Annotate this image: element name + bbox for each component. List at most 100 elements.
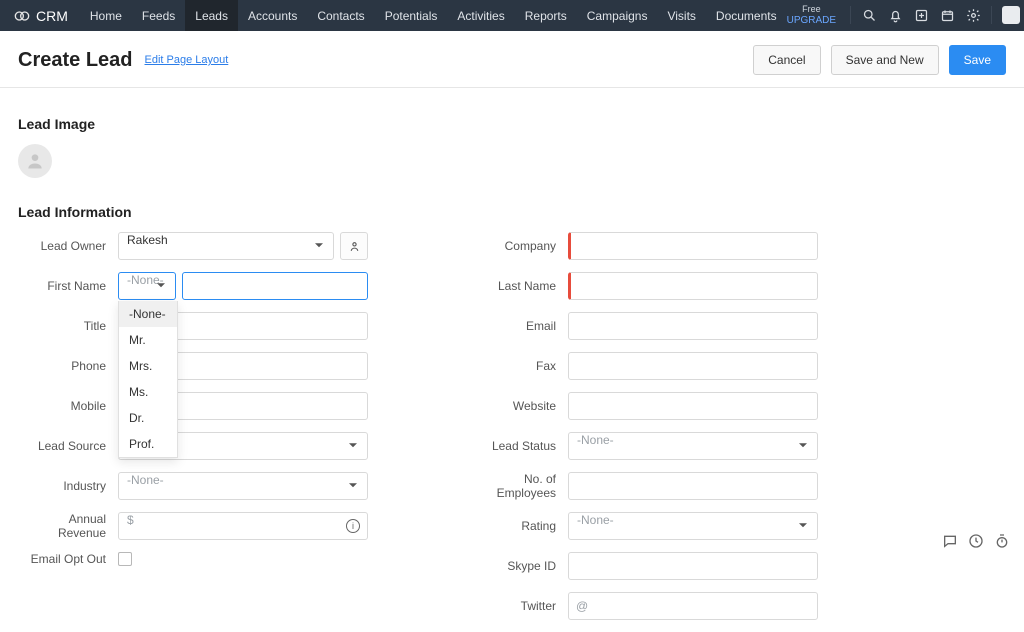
label-lead-source: Lead Source xyxy=(18,439,118,453)
email-opt-out-checkbox[interactable] xyxy=(118,552,132,566)
row-company: Company xyxy=(468,232,818,260)
row-lead-source: Lead Source -None- xyxy=(18,432,368,460)
lead-owner-lookup-button[interactable] xyxy=(340,232,368,260)
search-icon[interactable] xyxy=(861,7,877,23)
brand-text: CRM xyxy=(36,8,68,24)
nav-item-visits[interactable]: Visits xyxy=(657,0,705,31)
row-rating: Rating -None- xyxy=(468,512,818,540)
twitter-input[interactable] xyxy=(568,592,818,620)
label-lead-owner: Lead Owner xyxy=(18,239,118,253)
topbar-right: Free UPGRADE xyxy=(787,5,1024,26)
form-grid: Lead Owner Rakesh First Name -None- xyxy=(18,232,1006,632)
email-input[interactable] xyxy=(568,312,818,340)
row-email: Email xyxy=(468,312,818,340)
label-rating: Rating xyxy=(468,519,568,533)
label-mobile: Mobile xyxy=(18,399,118,413)
row-email-opt-out: Email Opt Out xyxy=(18,552,368,566)
cancel-button[interactable]: Cancel xyxy=(753,45,820,75)
rating-select[interactable]: -None- xyxy=(568,512,818,540)
row-fax: Fax xyxy=(468,352,818,380)
nav-item-reports[interactable]: Reports xyxy=(515,0,577,31)
user-avatar[interactable] xyxy=(1002,6,1020,24)
page-actions: Cancel Save and New Save xyxy=(753,45,1006,75)
salutation-option-dr[interactable]: Dr. xyxy=(119,405,177,431)
fax-input[interactable] xyxy=(568,352,818,380)
label-fax: Fax xyxy=(468,359,568,373)
label-phone: Phone xyxy=(18,359,118,373)
nav-item-potentials[interactable]: Potentials xyxy=(375,0,448,31)
save-button[interactable]: Save xyxy=(949,45,1006,75)
no-employees-input[interactable] xyxy=(568,472,818,500)
row-last-name: Last Name xyxy=(468,272,818,300)
label-skype-id: Skype ID xyxy=(468,559,568,573)
footer-shortcut-bar xyxy=(942,533,1010,549)
edit-page-layout-link[interactable]: Edit Page Layout xyxy=(145,54,229,66)
row-skype-id: Skype ID xyxy=(468,552,818,580)
industry-select[interactable]: -None- xyxy=(118,472,368,500)
upgrade-button[interactable]: Free UPGRADE xyxy=(787,5,836,26)
label-industry: Industry xyxy=(18,479,118,493)
nav-item-accounts[interactable]: Accounts xyxy=(238,0,307,31)
nav-item-home[interactable]: Home xyxy=(80,0,132,31)
annual-revenue-input[interactable]: $ xyxy=(118,512,368,540)
salutation-option-none[interactable]: -None- xyxy=(119,301,177,327)
company-input[interactable] xyxy=(568,232,818,260)
label-title: Title xyxy=(18,319,118,333)
website-input[interactable] xyxy=(568,392,818,420)
label-company: Company xyxy=(468,239,568,253)
topbar: CRM Home Feeds Leads Accounts Contacts P… xyxy=(0,0,1024,31)
history-icon[interactable] xyxy=(968,533,984,549)
annual-revenue-info-icon[interactable]: i xyxy=(346,519,360,533)
bell-icon[interactable] xyxy=(887,7,903,23)
label-no-employees: No. of Employees xyxy=(468,472,568,500)
person-icon xyxy=(25,151,45,171)
label-email-opt-out: Email Opt Out xyxy=(18,552,118,566)
salutation-select[interactable]: -None- xyxy=(118,272,176,300)
row-no-employees: No. of Employees xyxy=(468,472,818,500)
nav-item-campaigns[interactable]: Campaigns xyxy=(577,0,658,31)
label-website: Website xyxy=(468,399,568,413)
last-name-input[interactable] xyxy=(568,272,818,300)
nav-item-contacts[interactable]: Contacts xyxy=(307,0,374,31)
stopwatch-icon[interactable] xyxy=(994,533,1010,549)
skype-id-input[interactable] xyxy=(568,552,818,580)
nav-item-documents[interactable]: Documents xyxy=(706,0,787,31)
lead-owner-select[interactable]: Rakesh xyxy=(118,232,334,260)
lead-status-select[interactable]: -None- xyxy=(568,432,818,460)
row-industry: Industry -None- xyxy=(18,472,368,500)
row-title: Title xyxy=(18,312,368,340)
row-phone: Phone xyxy=(18,352,368,380)
save-and-new-button[interactable]: Save and New xyxy=(831,45,939,75)
salutation-option-ms[interactable]: Ms. xyxy=(119,379,177,405)
row-lead-owner: Lead Owner Rakesh xyxy=(18,232,368,260)
plus-box-icon[interactable] xyxy=(913,7,929,23)
calendar-icon[interactable] xyxy=(939,7,955,23)
person-icon xyxy=(348,240,361,253)
row-lead-status: Lead Status -None- xyxy=(468,432,818,460)
nav-item-feeds[interactable]: Feeds xyxy=(132,0,185,31)
form-column-right: Company Last Name Email Fax Website Lead xyxy=(468,232,818,632)
salutation-option-mr[interactable]: Mr. xyxy=(119,327,177,353)
lead-image-upload[interactable] xyxy=(18,144,52,178)
brand[interactable]: CRM xyxy=(14,8,68,24)
separator xyxy=(850,6,851,24)
label-lead-status: Lead Status xyxy=(468,439,568,453)
first-name-input[interactable] xyxy=(182,272,368,300)
nav-item-activities[interactable]: Activities xyxy=(447,0,514,31)
upgrade-line1: Free xyxy=(787,5,836,15)
label-last-name: Last Name xyxy=(468,279,568,293)
label-first-name: First Name xyxy=(18,279,118,293)
row-annual-revenue: Annual Revenue $ i xyxy=(18,512,368,540)
nav-item-leads[interactable]: Leads xyxy=(185,0,238,31)
form-column-left: Lead Owner Rakesh First Name -None- xyxy=(18,232,368,632)
salutation-dropdown: -None- Mr. Mrs. Ms. Dr. Prof. xyxy=(118,301,178,458)
row-twitter: Twitter @ xyxy=(468,592,818,620)
salutation-option-mrs[interactable]: Mrs. xyxy=(119,353,177,379)
chat-icon[interactable] xyxy=(942,533,958,549)
salutation-option-prof[interactable]: Prof. xyxy=(119,431,177,457)
gear-icon[interactable] xyxy=(965,7,981,23)
separator xyxy=(991,6,992,24)
label-twitter: Twitter xyxy=(468,599,568,613)
row-mobile: Mobile xyxy=(18,392,368,420)
form-body: Lead Image Lead Information Lead Owner R… xyxy=(0,88,1024,632)
